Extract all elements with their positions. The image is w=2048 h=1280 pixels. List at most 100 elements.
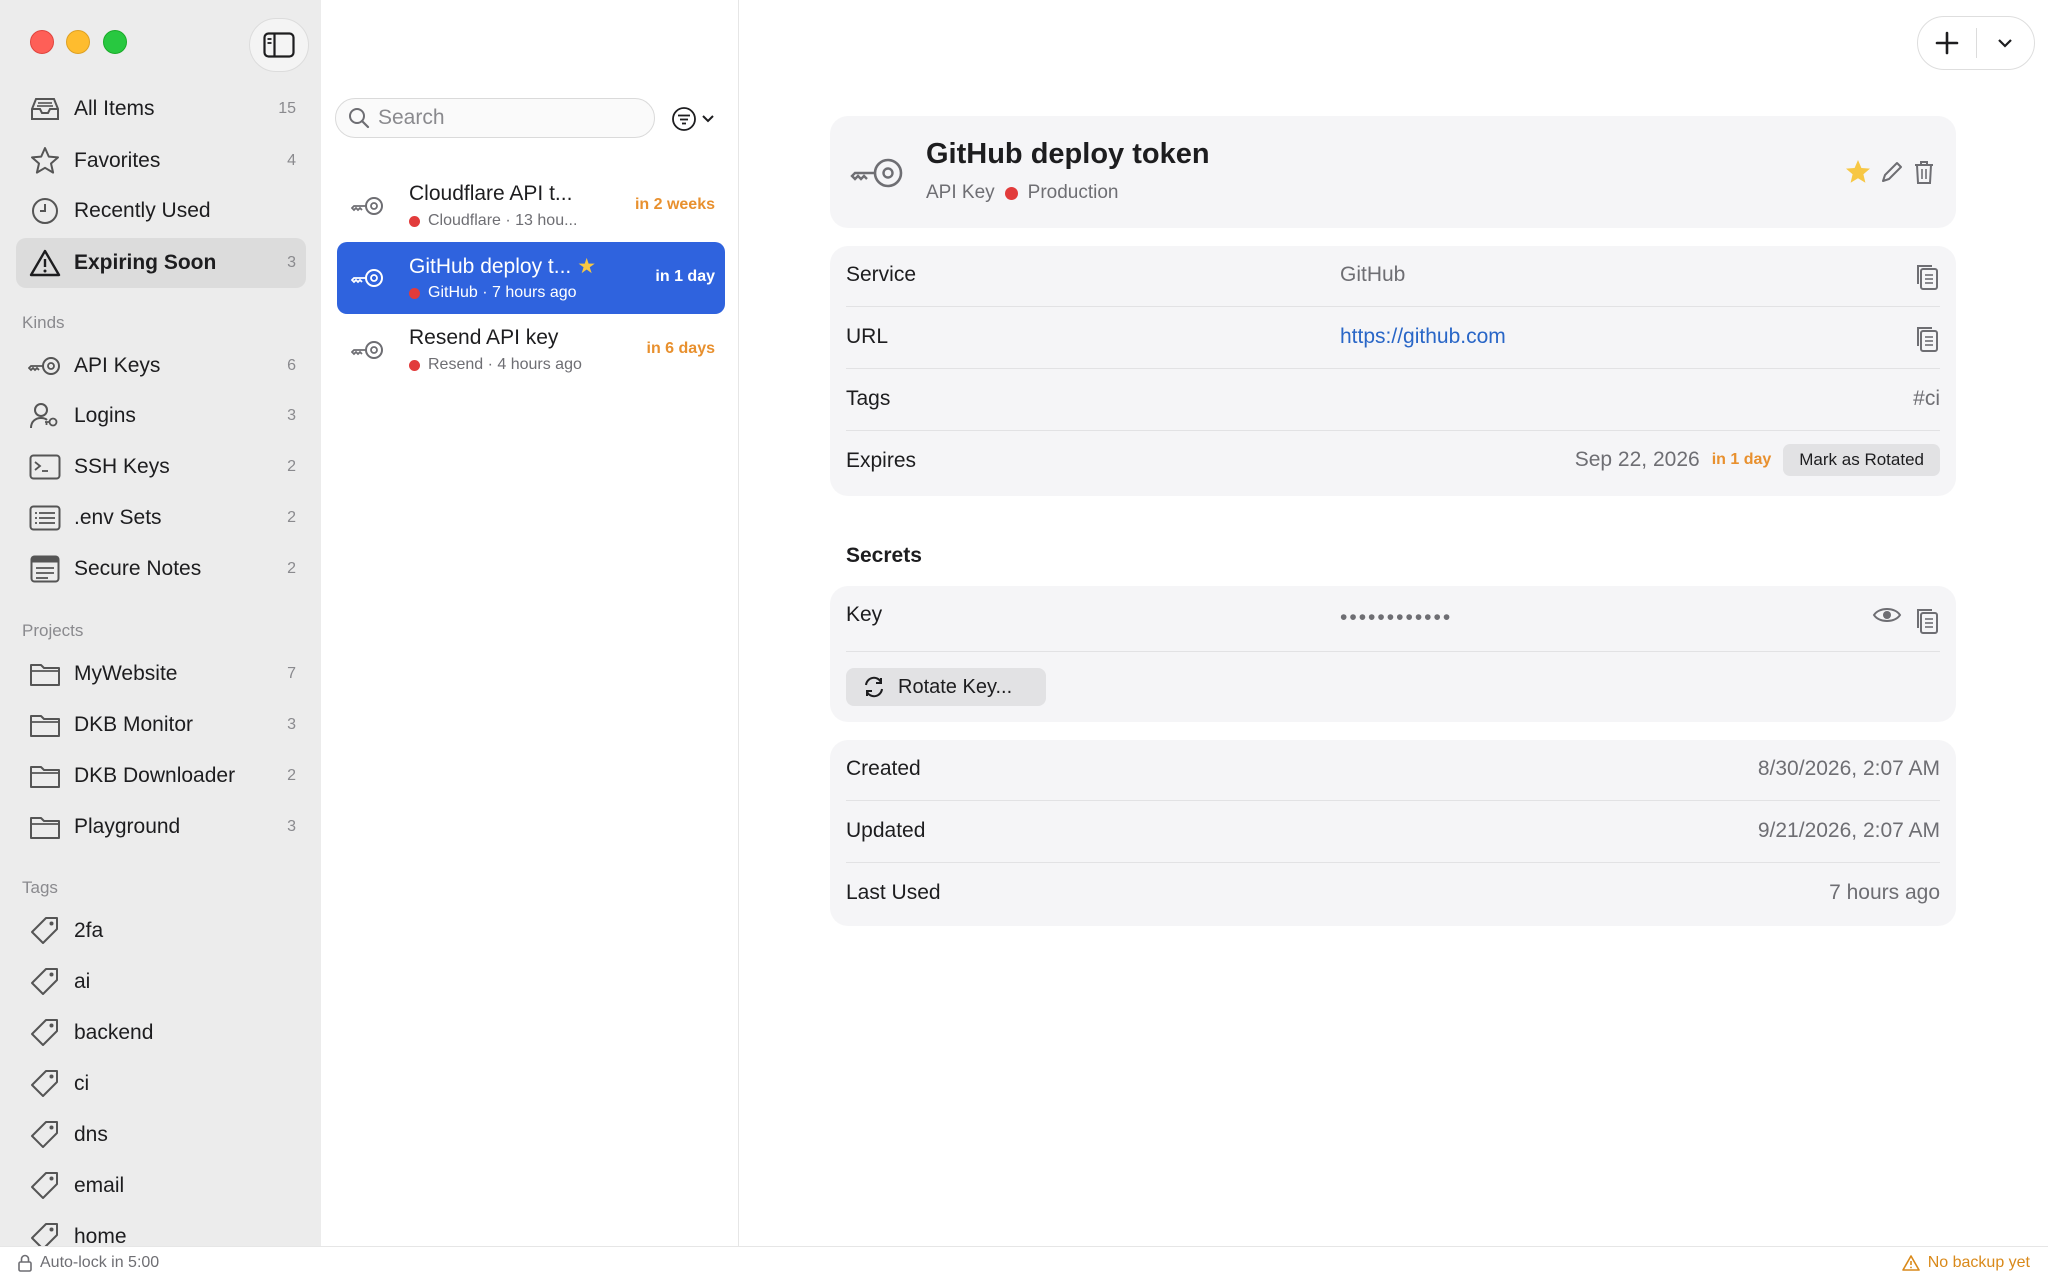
minimize-window-button[interactable] [66, 30, 90, 54]
sidebar-item-label: backend [74, 1021, 154, 1044]
detail-header-card: GitHub deploy token API Key Production [830, 116, 1956, 228]
search-field[interactable] [335, 98, 655, 138]
sidebar-item-label: ci [74, 1072, 90, 1095]
sidebar-item-all-items[interactable]: All Items 15 [16, 85, 306, 133]
sidebar-item-tag-dns[interactable]: dns [16, 1111, 306, 1159]
zoom-window-button[interactable] [103, 30, 127, 54]
sidebar: All Items 15 Favorites 4 Recently Used E… [0, 0, 321, 1280]
expires-date: Sep 22, 2026 [1574, 448, 1700, 471]
copy-icon[interactable] [1914, 606, 1940, 636]
sidebar-item-label: DKB Monitor [74, 713, 194, 736]
tags-value[interactable]: #ci [1913, 387, 1940, 411]
sidebar-item-label: All Items [74, 97, 155, 120]
filter-menu-button[interactable] [671, 104, 717, 134]
eye-icon[interactable] [1872, 604, 1902, 626]
sidebar-item-count: 2 [287, 458, 296, 475]
edit-pencil-icon[interactable] [1880, 160, 1904, 184]
expiry-badge: in 1 day [655, 268, 715, 285]
sidebar-item-project-mywebsite[interactable]: MyWebsite 7 [16, 650, 306, 698]
sidebar-item-label: email [74, 1174, 125, 1197]
sidebar-item-tag-ai[interactable]: ai [16, 958, 306, 1006]
copy-icon[interactable] [1914, 262, 1940, 292]
sidebar-item-logins[interactable]: Logins 3 [16, 392, 306, 440]
list-item-title: Cloudflare API t... [409, 182, 573, 205]
expiry-badge: in 2 weeks [634, 196, 715, 213]
favorite-star-icon[interactable] [1844, 158, 1872, 186]
field-label: Updated [846, 819, 926, 842]
sidebar-item-secure-notes[interactable]: Secure Notes 2 [16, 545, 306, 593]
mark-as-rotated-button[interactable]: Mark as Rotated [1783, 444, 1940, 476]
sidebar-item-recently-used[interactable]: Recently Used [16, 187, 306, 235]
list-item-selected[interactable]: GitHub deploy t... ★ GitHub · 7 hours ago… [337, 242, 725, 314]
backup-status[interactable]: No backup yet [1901, 1254, 2030, 1272]
note-icon [28, 552, 62, 586]
projects-heading: Projects [22, 621, 84, 640]
key-icon [351, 197, 383, 215]
list-item-subtitle: GitHub · 7 hours ago [409, 284, 577, 302]
sidebar-item-ssh-keys[interactable]: SSH Keys 2 [16, 443, 306, 491]
sidebar-item-expiring-soon[interactable]: Expiring Soon 3 [16, 238, 306, 288]
sidebar-item-api-keys[interactable]: API Keys 6 [16, 342, 306, 390]
expiry-badge: in 6 days [646, 340, 715, 357]
updated-value: 9/21/2026, 2:07 AM [1757, 819, 1940, 842]
key-icon [28, 349, 62, 383]
tags-row: Tags #ci [846, 370, 1940, 431]
tray-icon [28, 92, 62, 126]
folder-icon [28, 810, 62, 844]
trash-icon[interactable] [1912, 159, 1936, 185]
sidebar-item-count: 3 [287, 254, 296, 271]
sidebar-item-label: Favorites [74, 149, 161, 172]
timestamps-card: Created 8/30/2026, 2:07 AM Updated 9/21/… [830, 740, 1956, 926]
item-meta: API Key Production [926, 182, 1119, 204]
sidebar-item-env-sets[interactable]: .env Sets 2 [16, 494, 306, 542]
copy-icon[interactable] [1914, 324, 1940, 354]
list-item-title: Resend API key [409, 326, 559, 349]
masked-secret: •••••••••••• [1340, 606, 1453, 629]
sidebar-item-count: 3 [287, 407, 296, 424]
close-window-button[interactable] [30, 30, 54, 54]
sidebar-toggle-button[interactable] [249, 18, 309, 72]
sidebar-item-tag-email[interactable]: email [16, 1162, 306, 1210]
sidebar-item-label: Logins [74, 404, 136, 427]
sidebar-item-tag-2fa[interactable]: 2fa [16, 907, 306, 955]
environment-dot [409, 287, 420, 299]
sidebar-item-label: Recently Used [74, 199, 211, 222]
url-link[interactable]: https://github.com [1340, 325, 1506, 349]
updated-row: Updated 9/21/2026, 2:07 AM [846, 802, 1940, 863]
search-input[interactable] [378, 106, 638, 130]
expires-row: Expires Sep 22, 2026 in 1 day Mark as Ro… [846, 432, 1940, 493]
rotate-key-button[interactable]: Rotate Key... [846, 668, 1046, 706]
add-menu-button[interactable] [1976, 16, 2034, 70]
item-environment: Production [1027, 182, 1119, 203]
sidebar-item-project-playground[interactable]: Playground 3 [16, 803, 306, 851]
key-icon [351, 341, 383, 359]
add-item-button[interactable] [1918, 16, 1976, 70]
sidebar-item-label: Playground [74, 815, 181, 838]
environment-dot [409, 215, 420, 227]
sidebar-item-tag-backend[interactable]: backend [16, 1009, 306, 1057]
sidebar-item-project-dkb-monitor[interactable]: DKB Monitor 3 [16, 701, 306, 749]
list-item[interactable]: Cloudflare API t... Cloudflare · 13 hou.… [337, 170, 725, 242]
list-item[interactable]: Resend API key Resend · 4 hours ago in 6… [337, 314, 725, 386]
folder-icon [28, 708, 62, 742]
kinds-heading: Kinds [22, 313, 65, 332]
clock-icon [28, 194, 62, 228]
secrets-heading: Secrets [846, 544, 922, 567]
field-label: URL [846, 325, 889, 348]
autolock-status[interactable]: Auto-lock in 5:00 [18, 1254, 159, 1272]
key-icon [351, 269, 383, 287]
sidebar-item-project-dkb-downloader[interactable]: DKB Downloader 2 [16, 752, 306, 800]
created-value: 8/30/2026, 2:07 AM [1757, 757, 1940, 780]
sidebar-item-tag-ci[interactable]: ci [16, 1060, 306, 1108]
search-icon [349, 108, 370, 129]
terminal-icon [28, 450, 62, 484]
sidebar-item-count: 4 [287, 152, 296, 169]
sidebar-item-favorites[interactable]: Favorites 4 [16, 137, 306, 185]
sidebar-item-label: dns [74, 1123, 108, 1146]
sidebar-item-count: 6 [287, 357, 296, 374]
list-item-subtitle: Resend · 4 hours ago [409, 356, 582, 374]
last-used-row: Last Used 7 hours ago [846, 864, 1940, 925]
environment-dot [1004, 186, 1018, 200]
sidebar-toggle-icon [263, 32, 295, 58]
field-label: Expires [846, 449, 917, 472]
